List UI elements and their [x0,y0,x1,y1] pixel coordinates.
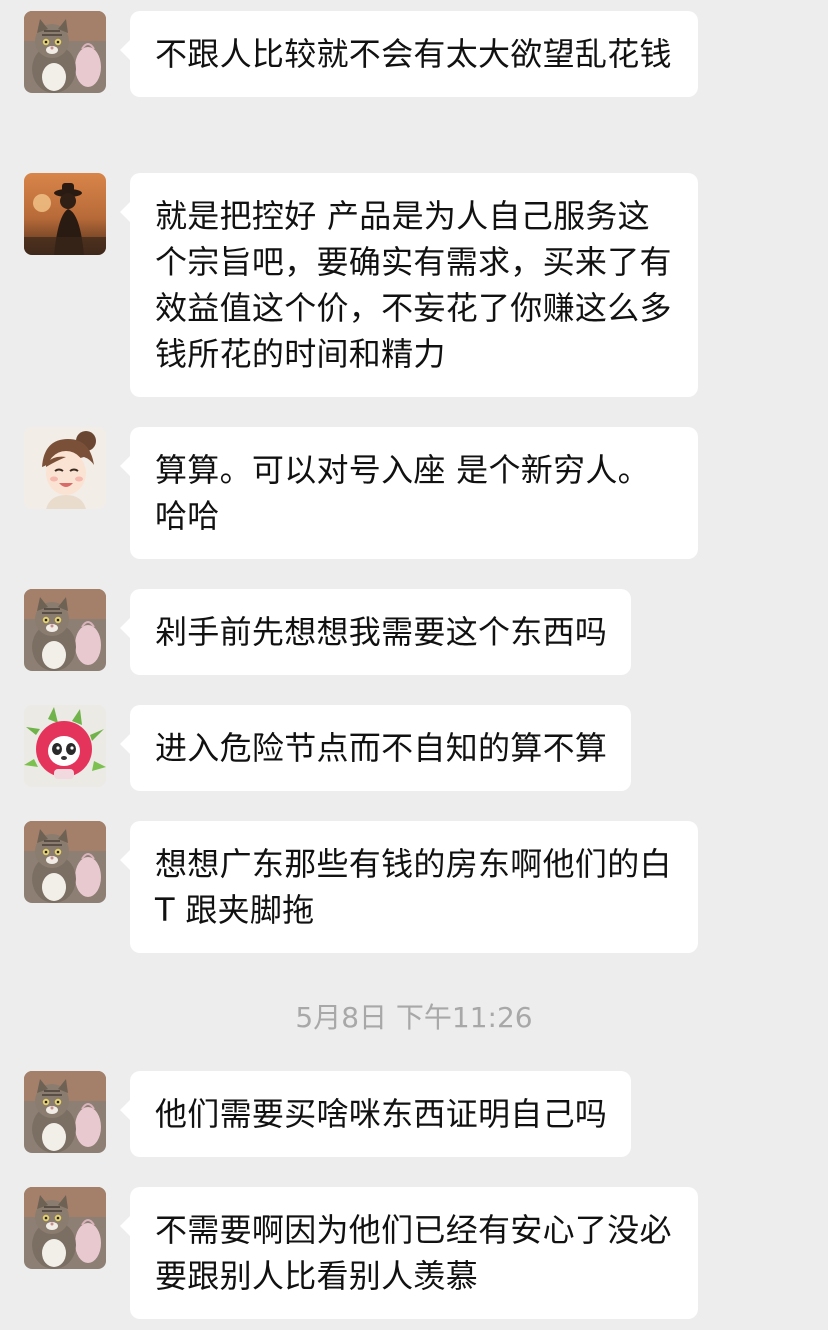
avatar[interactable] [24,173,106,255]
cat-avatar-icon [24,589,106,671]
silhouette-avatar-icon [24,173,106,255]
avatar[interactable] [24,11,106,93]
message-bubble[interactable]: 进入危险节点而不自知的算不算 [119,705,632,791]
cat-avatar-icon [24,821,106,903]
cat-avatar-icon [24,1071,106,1153]
cat-avatar-icon [24,11,106,93]
message-bubble[interactable]: 他们需要买啥咪东西证明自己吗 [119,1071,632,1157]
message-bubble[interactable]: 剁手前先想想我需要这个东西吗 [119,589,632,675]
avatar[interactable] [24,705,106,787]
avatar[interactable] [24,1187,106,1269]
message-bubble[interactable]: 就是把控好 产品是为人自己服务这个宗旨吧，要确实有需求，买来了有效益值这个价，不… [120,173,698,397]
message-bubble[interactable]: 不跟人比较就不会有太大欲望乱花钱 [120,11,698,97]
avatar[interactable] [24,1071,106,1153]
avatar[interactable] [24,427,106,509]
message-bubble[interactable]: 想想广东那些有钱的房东啊他们的白T 跟夹脚拖 [120,821,698,953]
cat-avatar-icon [24,1187,106,1269]
girl-avatar-icon [24,427,106,509]
avatar[interactable] [24,821,106,903]
message-bubble[interactable]: 算算。可以对号入座 是个新穷人。哈哈 [120,427,698,559]
avatar[interactable] [24,589,106,671]
timestamp: 5月8日 下午11:26 [295,1001,533,1034]
dragonfruit-avatar-icon [24,705,106,787]
message-bubble[interactable]: 不需要啊因为他们已经有安心了没必要跟别人比看别人羡慕 [120,1187,698,1319]
